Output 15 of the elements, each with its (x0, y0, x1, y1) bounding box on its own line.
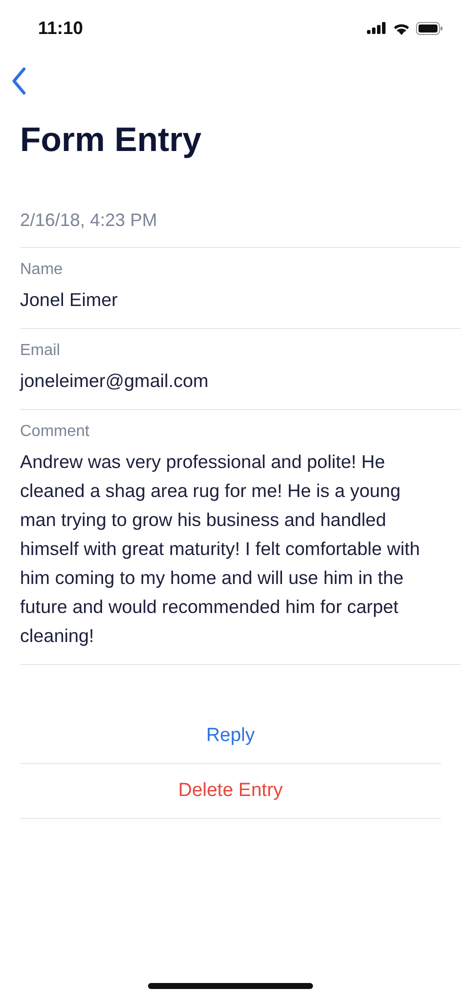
battery-icon (416, 22, 443, 34)
status-time: 11:10 (38, 18, 84, 38)
page-title: Form Entry (20, 120, 202, 161)
signal-icon (367, 22, 387, 34)
field-label: Email (20, 341, 62, 361)
field-value: Andrew was very professional and polite! He cleaned a shag area rug for me! He is a young man trying to grow his business and handled himself with great maturity! I felt comfortable with him coming to my home and will use him in the future and would recommended him for carpet cleaning! (20, 450, 421, 648)
action-button[interactable]: Delete Entry (170, 776, 291, 806)
field-label: Name (20, 260, 64, 280)
field-value: joneleimer@gmail.com (20, 369, 210, 393)
field-label: Comment (20, 422, 90, 442)
wifi-icon (393, 22, 410, 34)
field-value: Jonel Eimer (20, 288, 119, 312)
entry-date: 2/16/18, 4:23 PM (20, 210, 461, 248)
back-icon[interactable] (11, 67, 27, 95)
action-button[interactable]: Reply (198, 721, 263, 751)
